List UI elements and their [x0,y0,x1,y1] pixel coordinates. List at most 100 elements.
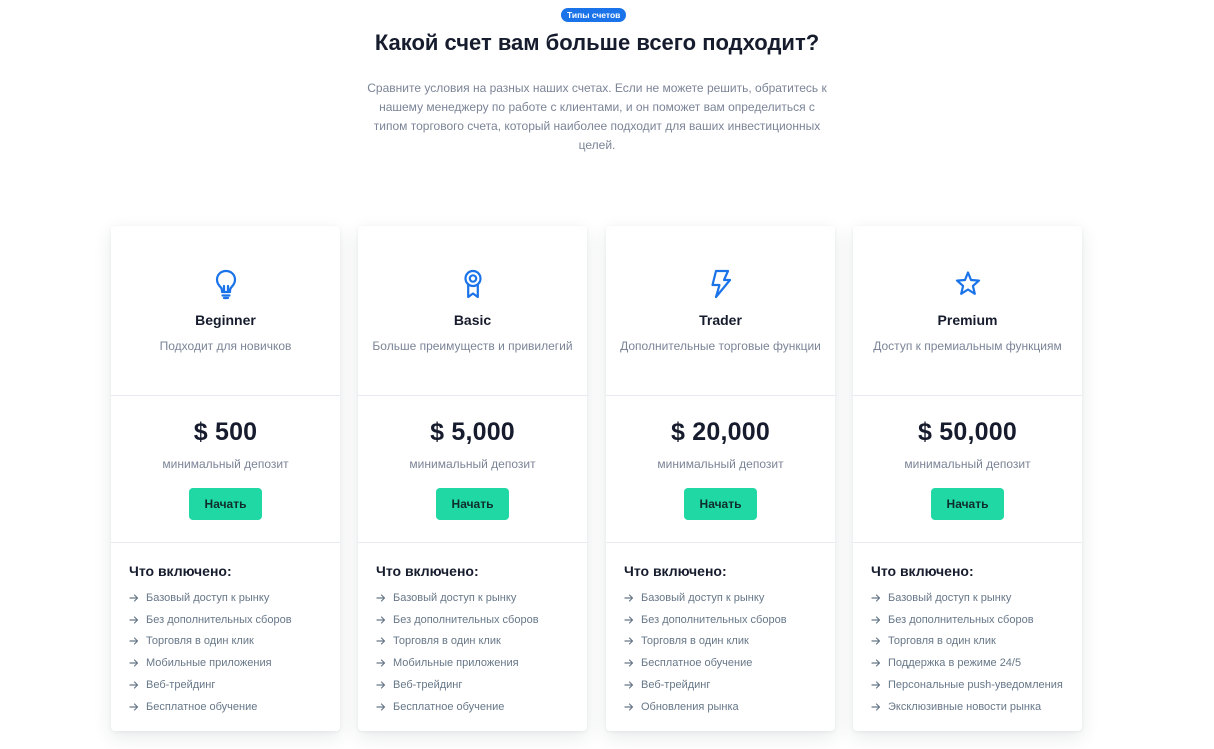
feature-label: Базовый доступ к рынку [641,591,765,604]
start-button[interactable]: Начать [189,488,262,520]
list-item: Бесплатное обучение [129,696,340,718]
arrow-right-icon [129,637,139,646]
award-icon [463,269,482,299]
arrow-right-icon [376,659,386,667]
list-item: Мобильные приложения [376,652,587,674]
arrow-right-icon [624,659,634,667]
plan-name: Trader [699,312,742,328]
feature-label: Без дополнительных сборов [888,613,1034,626]
feature-label: Бесплатное обучение [393,700,505,713]
feature-label: Поддержка в режиме 24/5 [888,657,1022,670]
list-item: Веб-трейдинг [129,674,340,696]
price-note: минимальный депозит [904,457,1031,471]
price-note: минимальный депозит [409,457,536,471]
plan-description: Дополнительные торговые функции [620,339,821,353]
start-button[interactable]: Начать [436,488,509,520]
arrow-right-icon [871,637,881,646]
arrow-right-icon [129,616,139,624]
arrow-right-icon [624,681,634,689]
feature-label: Персональные push-уведомления [888,679,1063,692]
feature-label: Мобильные приложения [393,657,519,670]
card-price-block: $ 20,000 минимальный депозит Начать [606,396,835,543]
feature-label: Бесплатное обучение [641,657,753,670]
card-features: Что включено: Базовый доступ к рынку Без… [853,543,1082,718]
star-icon [955,271,980,295]
card-price-block: $ 5,000 минимальный депозит Начать [358,396,587,543]
card-header: Basic Больше преимуществ и привилегий [358,226,587,396]
feature-list: Базовый доступ к рынку Без дополнительны… [624,587,835,718]
arrow-right-icon [129,594,139,602]
arrow-right-icon [376,681,386,689]
included-title: Что включено: [129,563,232,579]
feature-label: Веб-трейдинг [393,679,463,692]
list-item: Без дополнительных сборов [624,609,835,631]
feature-label: Базовый доступ к рынку [146,591,270,604]
list-item: Персональные push-уведомления [871,674,1082,696]
feature-label: Без дополнительных сборов [146,613,292,626]
plan-price: $ 50,000 [918,418,1017,446]
included-title: Что включено: [376,563,479,579]
feature-list: Базовый доступ к рынку Без дополнительны… [376,587,587,718]
feature-label: Торговля в один клик [641,635,749,648]
plan-price: $ 20,000 [671,418,770,446]
list-item: Веб-трейдинг [624,674,835,696]
feature-label: Бесплатное обучение [146,700,258,713]
arrow-right-icon [871,659,881,667]
arrow-right-icon [871,681,881,689]
plan-description: Доступ к премиальным функциям [873,339,1062,353]
feature-list: Базовый доступ к рынку Без дополнительны… [129,587,340,718]
arrow-right-icon [624,703,634,711]
feature-label: Веб-трейдинг [146,679,216,692]
pricing-card-beginner: Beginner Подходит для новичков $ 500 мин… [111,226,340,731]
feature-label: Базовый доступ к рынку [888,591,1012,604]
plan-price: $ 500 [193,418,258,446]
arrow-right-icon [624,594,634,602]
included-title: Что включено: [871,563,974,579]
list-item: Торговля в один клик [871,631,1082,653]
list-item: Обновления рынка [624,696,835,718]
list-item: Торговля в один клик [624,631,835,653]
list-item: Базовый доступ к рынку [129,587,340,609]
feature-label: Торговля в один клик [888,635,996,648]
arrow-right-icon [871,616,881,624]
card-header: Trader Дополнительные торговые функции [606,226,835,396]
page-title: Какой счет вам больше всего подходит? [374,30,820,55]
plan-name: Beginner [195,312,256,328]
list-item: Веб-трейдинг [376,674,587,696]
feature-label: Без дополнительных сборов [641,613,787,626]
arrow-right-icon [376,703,386,711]
start-button[interactable]: Начать [931,488,1004,520]
arrow-right-icon [376,616,386,624]
list-item: Без дополнительных сборов [129,609,340,631]
feature-label: Обновления рынка [641,700,739,713]
card-features: Что включено: Базовый доступ к рынку Без… [358,543,587,718]
list-item: Бесплатное обучение [624,652,835,674]
list-item: Без дополнительных сборов [871,609,1082,631]
lightning-icon [710,269,731,299]
price-note: минимальный депозит [657,457,784,471]
list-item: Торговля в один клик [129,631,340,653]
price-note: минимальный депозит [162,457,289,471]
arrow-right-icon [129,703,139,711]
list-item: Мобильные приложения [129,652,340,674]
arrow-right-icon [624,637,634,646]
pricing-card-trader: Trader Дополнительные торговые функции $… [606,226,835,731]
card-features: Что включено: Базовый доступ к рынку Без… [111,543,340,718]
list-item: Без дополнительных сборов [376,609,587,631]
list-item: Бесплатное обучение [376,696,587,718]
pricing-card-basic: Basic Больше преимуществ и привилегий $ … [358,226,587,731]
section-badge: Типы счетов [561,8,627,22]
start-button[interactable]: Начать [684,488,757,520]
feature-label: Веб-трейдинг [641,679,711,692]
list-item: Базовый доступ к рынку [376,587,587,609]
plan-name: Basic [453,312,492,328]
arrow-right-icon [624,616,634,624]
arrow-right-icon [376,594,386,602]
included-title: Что включено: [624,563,727,579]
feature-label: Торговля в один клик [393,635,501,648]
card-price-block: $ 50,000 минимальный депозит Начать [853,396,1082,543]
feature-label: Мобильные приложения [146,657,272,670]
card-header: Premium Доступ к премиальным функциям [853,226,1082,396]
plan-description: Больше преимуществ и привилегий [372,339,573,353]
page-lead: Сравните условия на разных наших счетах.… [367,81,827,152]
